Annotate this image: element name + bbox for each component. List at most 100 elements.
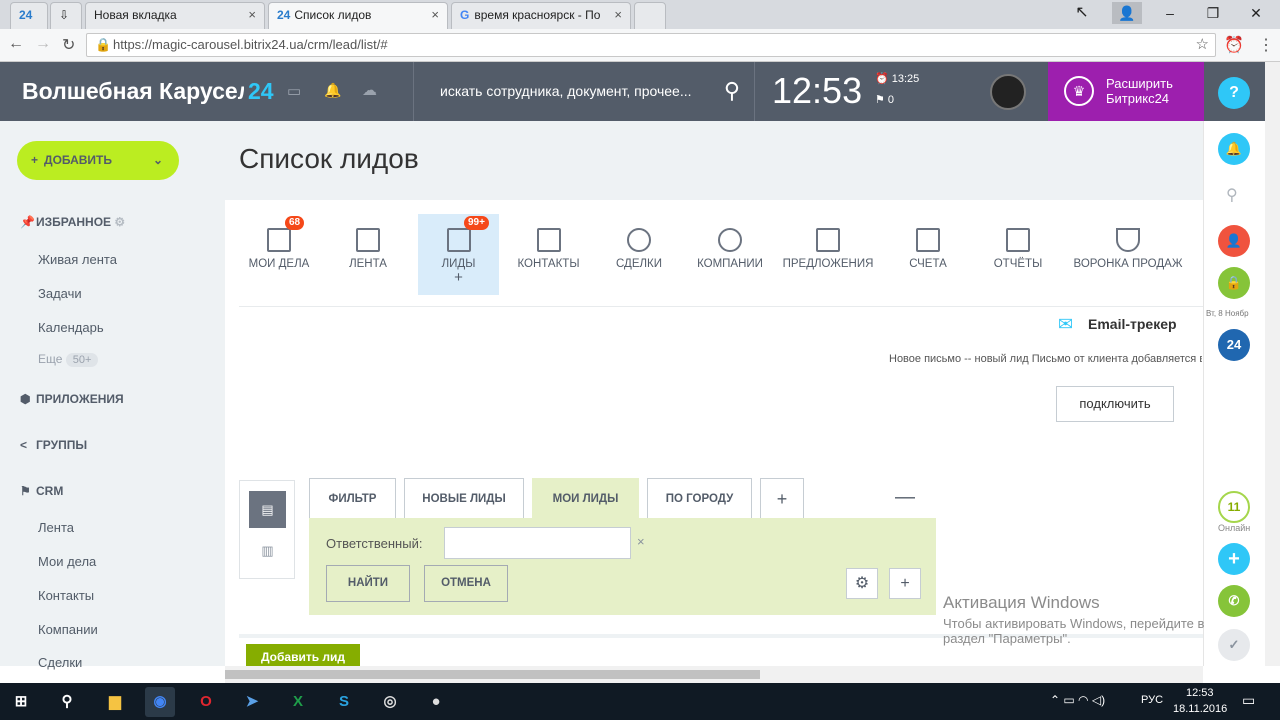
crm-menu-feed[interactable]: ЛЕНТА [333, 214, 403, 295]
app-icon[interactable]: ● [421, 687, 451, 717]
find-button[interactable]: НАЙТИ [326, 565, 410, 602]
crm-menu-my-activities[interactable]: МОИ ДЕЛА 68 [243, 214, 315, 295]
crm-menu-sales-funnel[interactable]: ВОРОНКА ПРОДАЖ [1071, 214, 1185, 295]
explorer-icon[interactable]: ▆ [100, 687, 130, 717]
opera-icon[interactable]: O [191, 687, 221, 717]
forward-icon[interactable]: → [35, 35, 51, 53]
tab-filter[interactable]: ФИЛЬТР [309, 478, 396, 518]
rail-search-icon[interactable]: ⚲ [1226, 185, 1238, 205]
star-icon[interactable]: ☆ [1196, 34, 1209, 56]
collapse-icon[interactable]: — [895, 486, 915, 509]
vertical-scrollbar[interactable] [1265, 62, 1280, 666]
horizontal-scrollbar[interactable] [225, 666, 1203, 683]
notifications-icon[interactable]: 🔔 [1218, 133, 1250, 165]
menu-icon[interactable]: ⋮ [1258, 35, 1274, 55]
tab-new-leads[interactable]: НОВЫЕ ЛИДЫ [404, 478, 524, 518]
groups-section[interactable]: < ГРУППЫ [20, 438, 87, 452]
chat-icon[interactable]: ▭ [287, 82, 301, 100]
clear-icon[interactable]: × [637, 534, 645, 549]
sidebar-item-tasks[interactable]: Задачи [38, 286, 82, 301]
sidebar-item-feed[interactable]: Живая лента [38, 252, 117, 267]
sidebar-item-my-activities[interactable]: Мои дела [38, 554, 96, 569]
crm-menu-invoices[interactable]: СЧЕТА [902, 214, 954, 295]
settings-gear-icon[interactable]: ⚙ [846, 568, 878, 599]
close-icon[interactable]: × [614, 3, 622, 27]
search-icon[interactable]: ⚲ [52, 687, 82, 717]
tab-by-city[interactable]: ПО ГОРОДУ [647, 478, 752, 518]
shield-icon[interactable]: ✓ [1218, 629, 1250, 661]
chart-view-icon[interactable]: ▥ [249, 539, 286, 563]
header-clock[interactable]: 12:53 [772, 70, 862, 112]
online-count[interactable]: 11 [1218, 491, 1250, 523]
start-icon[interactable]: ⊞ [6, 687, 36, 717]
back-icon[interactable]: ← [8, 35, 24, 53]
crm-menu-deals[interactable]: СДЕЛКИ [609, 214, 669, 295]
add-button[interactable]: + ДОБАВИТЬ ⌄ [17, 141, 179, 180]
connect-button[interactable]: подключить [1056, 386, 1174, 422]
sidebar-item-contacts[interactable]: Контакты [38, 588, 94, 603]
chrome-icon[interactable]: ◉ [145, 687, 175, 717]
skype-icon[interactable]: S [329, 687, 359, 717]
cancel-button[interactable]: ОТМЕНА [424, 565, 508, 602]
scroll-thumb[interactable] [225, 670, 760, 679]
browser-tab-download[interactable]: ⇩ [50, 2, 82, 29]
telegram-icon[interactable]: ➤ [237, 687, 267, 717]
close-icon[interactable]: × [248, 3, 256, 27]
crm-section[interactable]: ⚑ CRM [20, 484, 63, 498]
new-tab-button[interactable] [634, 2, 666, 29]
browser-tab-new[interactable]: Новая вкладка × [85, 2, 265, 29]
sidebar-item-deals[interactable]: Сделки [38, 655, 82, 670]
upgrade-button[interactable]: ♛ Расширить Битрикс24 [1048, 62, 1204, 121]
minimize-button[interactable]: – [1150, 2, 1190, 24]
sidebar-item-calendar[interactable]: Календарь [38, 320, 104, 335]
taskbar-date[interactable]: 18.11.2016 [1173, 703, 1227, 715]
reload-icon[interactable]: ↻ [62, 35, 75, 55]
bell-icon[interactable]: 🔔 [324, 82, 341, 99]
close-icon[interactable]: × [431, 3, 439, 27]
favorites-section[interactable]: 📌ИЗБРАННОЕ ⚙ [20, 215, 125, 229]
header-search[interactable]: искать сотрудника, документ, прочее... ⚲ [413, 62, 755, 121]
url-input[interactable]: 🔒 https://magic-carousel.bitrix24.ua/crm… [86, 33, 1216, 57]
portal-logo[interactable]: Волшебная Карусел [22, 78, 244, 105]
sidebar-item-crm-feed[interactable]: Лента [38, 520, 74, 535]
crm-menu-reports[interactable]: ОТЧЁТЫ [990, 214, 1046, 295]
tab-my-leads[interactable]: МОИ ЛИДЫ [532, 478, 639, 518]
responsible-input[interactable] [444, 527, 631, 559]
help-button[interactable]: ? [1218, 77, 1250, 109]
apps-section[interactable]: ⬢ ПРИЛОЖЕНИЯ [20, 392, 124, 406]
add-filter-tab-button[interactable]: + [760, 478, 804, 518]
user-avatar[interactable] [990, 74, 1026, 110]
crm-menu-label: МОИ ДЕЛА [248, 258, 310, 270]
gear-icon[interactable]: ⚙ [114, 215, 125, 229]
extension-icon[interactable]: ⏰ [1224, 35, 1244, 55]
user-avatar-red[interactable]: 👤 [1218, 225, 1250, 257]
crm-menu-leads[interactable]: ЛИДЫ 99+ + [418, 214, 499, 295]
browser-tab-google[interactable]: Gвремя красноярск - По × [451, 2, 631, 29]
restore-button[interactable]: ❐ [1193, 2, 1233, 24]
add-circle-icon[interactable]: + [1218, 543, 1250, 575]
tray-icons[interactable]: ⌃ ▭ ◠ ◁) [1050, 693, 1105, 707]
browser-tab-bitrix-pinned[interactable]: 24 [10, 2, 48, 29]
add-field-button[interactable]: + [889, 568, 921, 599]
taskbar-time[interactable]: 12:53 [1186, 687, 1214, 699]
crm-menu-quotes[interactable]: ПРЕДЛОЖЕНИЯ [781, 214, 875, 295]
sidebar-item-companies[interactable]: Компании [38, 622, 98, 637]
close-window-button[interactable]: ✕ [1236, 2, 1276, 24]
obs-icon[interactable]: ◎ [375, 687, 405, 717]
language-indicator[interactable]: РУС [1141, 694, 1163, 706]
bitrix24-icon[interactable]: 24 [1218, 329, 1250, 361]
tab-label: Новая вкладка [94, 8, 177, 22]
browser-tab-leads[interactable]: 24 Список лидов × [268, 2, 448, 29]
plus-icon[interactable]: + [418, 270, 499, 286]
search-icon[interactable]: ⚲ [724, 62, 740, 120]
crm-menu-contacts[interactable]: КОНТАКТЫ [515, 214, 582, 295]
crm-menu-companies[interactable]: КОМПАНИИ [695, 214, 765, 295]
list-view-icon[interactable]: ▤ [249, 491, 286, 528]
phone-icon[interactable]: ✆ [1218, 585, 1250, 617]
cloud-icon[interactable]: ☁ [362, 81, 377, 99]
lock-icon[interactable]: 🔒 [1218, 267, 1250, 299]
profile-icon[interactable]: 👤 [1112, 2, 1142, 24]
sidebar-more[interactable]: Еще 50+ [38, 352, 99, 367]
notification-center-icon[interactable]: ▭ [1242, 692, 1255, 709]
excel-icon[interactable]: X [283, 687, 313, 717]
